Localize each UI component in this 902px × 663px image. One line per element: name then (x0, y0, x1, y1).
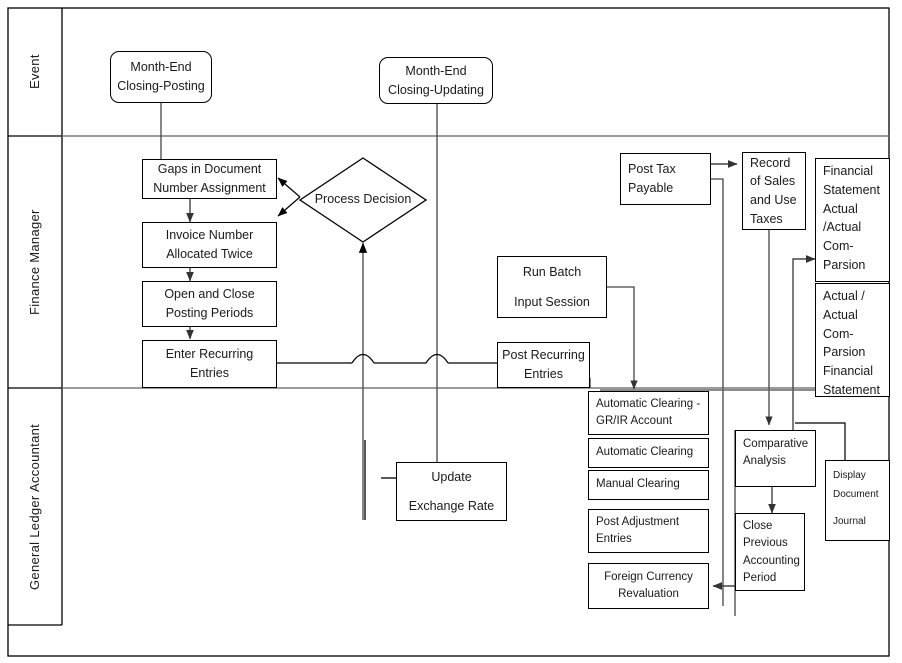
flowchart-canvas: Event Finance Manager General Ledger Acc… (0, 0, 902, 663)
node-act-act-line1: Actual / (823, 289, 865, 303)
node-enter-recurring-line2: Entries (190, 366, 229, 380)
node-gaps-line1: Gaps in Document (157, 162, 262, 177)
node-auto-clearing-grir-line1: Automatic Clearing - (596, 397, 701, 410)
node-process-decision[interactable]: Process Decision (299, 157, 427, 243)
node-manual-clearing[interactable]: Manual Clearing (588, 470, 709, 500)
node-invoice-number-allocated-twice[interactable]: Invoice Number Allocated Twice (142, 222, 277, 268)
node-open-close-line2: Posting Periods (165, 306, 254, 320)
node-post-recurring-line1: Post Recurring (502, 348, 585, 363)
node-close-prev-line4: Period (743, 571, 777, 584)
node-comparative-analysis-line2: Analysis (743, 455, 786, 468)
node-run-batch-line1: Run Batch (522, 264, 582, 279)
node-update-exchange-rate[interactable]: Update Exchange Rate (396, 462, 507, 521)
node-update-exch-line2: Exchange Rate (408, 498, 495, 513)
node-update-exch-line1: Update (431, 469, 472, 484)
node-month-end-closing-updating-line2: Closing-Updating (388, 82, 484, 97)
node-display-document-journal[interactable]: Display Document Journal (825, 460, 890, 541)
node-gaps-line2: Number Assignment (153, 181, 266, 195)
node-run-batch-line2: Input Session (514, 294, 590, 309)
node-display-doc-line3: Journal (833, 516, 866, 527)
node-month-end-closing-posting-line1: Month-End (130, 60, 192, 75)
node-record-sales-line4: Taxes (750, 211, 783, 226)
lane-label-event-text: Event (26, 54, 42, 90)
lane-label-event: Event (8, 8, 62, 136)
node-record-sales-line2: of Sales (750, 174, 796, 189)
node-process-decision-line2: Decision (363, 192, 412, 207)
node-month-end-closing-posting[interactable]: Month-End Closing-Posting (110, 51, 212, 103)
node-foreign-currency-revaluation[interactable]: Foreign Currency Revaluation (588, 563, 709, 609)
lane-label-finance-manager: Finance Manager (8, 137, 62, 388)
node-invoice-line2: Allocated Twice (166, 247, 253, 261)
node-post-tax-line2: Payable (628, 181, 674, 195)
node-automatic-clearing[interactable]: Automatic Clearing (588, 438, 709, 468)
node-fin-stmt-line1: Financial (823, 164, 874, 178)
node-post-tax-line1: Post Tax (628, 162, 676, 177)
node-actual-actual-comparsion-financial-statement[interactable]: Actual / Actual Com- Parsion Financial S… (815, 283, 890, 397)
node-post-tax-payable[interactable]: Post Tax Payable (620, 153, 711, 205)
node-act-act-line4: Parsion (823, 345, 866, 360)
node-comparative-analysis[interactable]: Comparative Analysis (735, 430, 816, 487)
node-act-act-line3: Com- (823, 326, 854, 341)
node-fin-stmt-line5: Com- (823, 239, 854, 253)
node-open-close-line1: Open and Close (164, 287, 255, 302)
node-post-recurring-line2: Entries (524, 367, 563, 381)
lane-label-gl-accountant: General Ledger Accountant (8, 389, 62, 625)
lane-label-gl-accountant-line2: Accountant (26, 424, 42, 493)
node-act-act-line5: Financial (823, 364, 874, 378)
node-invoice-line1: Invoice Number (165, 228, 254, 243)
node-run-batch-input-session[interactable]: Run Batch Input Session (497, 256, 607, 318)
node-act-act-line2: Actual (823, 307, 858, 322)
node-process-decision-line1: Process (314, 192, 360, 207)
node-post-recurring-entries[interactable]: Post Recurring Entries (497, 342, 590, 388)
node-act-act-line6: Statement (823, 382, 880, 397)
node-comparative-analysis-line1: Comparative (743, 438, 809, 450)
node-month-end-closing-updating[interactable]: Month-End Closing-Updating (379, 57, 493, 104)
node-record-sales-line1: Record (750, 155, 791, 170)
node-foreign-currency-line1: Foreign Currency (604, 570, 693, 583)
node-close-prev-line2: Previous (743, 537, 788, 550)
node-fin-stmt-line6: Parsion (823, 257, 866, 272)
node-post-adjustment-line2: Entries (596, 533, 632, 545)
node-fin-stmt-line3: Actual (823, 201, 858, 216)
node-close-prev-line1: Close (743, 520, 773, 532)
node-record-of-sales-and-use-taxes[interactable]: Record of Sales and Use Taxes (742, 152, 806, 230)
lane-label-gl-accountant-line1: General Ledger (26, 495, 42, 590)
lane-label-finance-manager-text: Finance Manager (26, 209, 42, 316)
node-automatic-clearing-gr-ir-account[interactable]: Automatic Clearing - GR/IR Account (588, 391, 709, 435)
node-month-end-closing-posting-line2: Closing-Posting (117, 79, 205, 93)
node-post-adjustment-line1: Post Adjustment (596, 515, 680, 528)
node-auto-clearing-grir-line2: GR/IR Account (596, 415, 673, 427)
node-month-end-closing-updating-line1: Month-End (405, 63, 467, 78)
node-close-previous-accounting-period[interactable]: Close Previous Accounting Period (735, 513, 805, 591)
node-enter-recurring-line1: Enter Recurring (165, 347, 254, 362)
node-close-prev-line3: Accounting (743, 554, 800, 567)
node-automatic-clearing-line1: Automatic Clearing (596, 446, 694, 459)
node-manual-clearing-line1: Manual Clearing (596, 478, 680, 491)
node-fin-stmt-line4: /Actual (823, 220, 862, 235)
node-open-and-close-posting-periods[interactable]: Open and Close Posting Periods (142, 281, 277, 327)
node-financial-statement-actual-actual-comparsion[interactable]: Financial Statement Actual /Actual Com- … (815, 158, 890, 282)
node-record-sales-line3: and Use (750, 193, 797, 207)
node-enter-recurring-entries[interactable]: Enter Recurring Entries (142, 340, 277, 388)
node-foreign-currency-line2: Revaluation (618, 588, 679, 600)
node-post-adjustment-entries[interactable]: Post Adjustment Entries (588, 509, 709, 553)
node-display-doc-line2: Document (833, 489, 879, 500)
node-fin-stmt-line2: Statement (823, 182, 880, 197)
node-display-doc-line1: Display (833, 470, 866, 481)
node-gaps-in-document-number-assignment[interactable]: Gaps in Document Number Assignment (142, 159, 277, 199)
